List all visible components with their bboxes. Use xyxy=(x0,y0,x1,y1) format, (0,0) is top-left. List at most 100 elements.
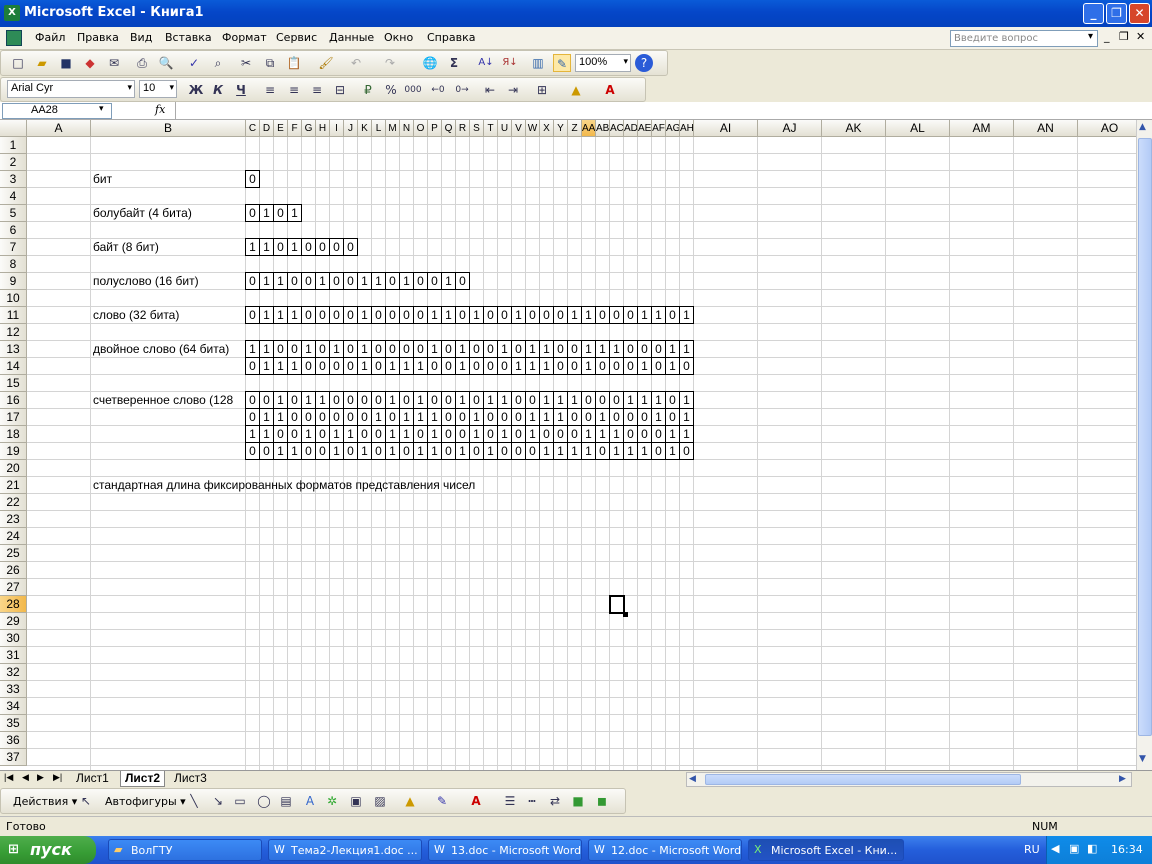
save-icon[interactable]: ■ xyxy=(57,54,75,72)
bit-cell[interactable]: 1 xyxy=(525,425,540,443)
bit-cell[interactable]: 0 xyxy=(441,408,456,426)
bit-cell[interactable]: 1 xyxy=(413,391,428,409)
column-header-y[interactable]: Y xyxy=(554,120,568,137)
font-size-combo[interactable]: 10 ▾ xyxy=(139,80,177,98)
bit-cell[interactable]: 1 xyxy=(343,425,358,443)
select-objects-icon[interactable]: ↖ xyxy=(77,792,95,810)
column-header-o[interactable]: O xyxy=(414,120,428,137)
row-header-12[interactable]: 12 xyxy=(0,324,27,341)
bit-cell[interactable]: 0 xyxy=(287,340,302,358)
bit-cell[interactable]: 1 xyxy=(469,425,484,443)
undo-icon[interactable]: ↶ xyxy=(347,54,365,72)
chevron-down-icon[interactable]: ▾ xyxy=(99,104,104,114)
bit-cell[interactable]: 0 xyxy=(427,357,442,375)
currency-icon[interactable]: ₽ xyxy=(359,81,377,99)
bit-cell[interactable]: 1 xyxy=(581,306,596,324)
cell-label[interactable]: полуслово (16 бит) xyxy=(93,273,199,290)
scroll-up-icon[interactable]: ▲ xyxy=(1139,122,1146,132)
bit-cell[interactable]: 1 xyxy=(651,408,666,426)
bit-cell[interactable]: 1 xyxy=(301,340,316,358)
bit-cell[interactable]: 0 xyxy=(343,272,358,290)
bit-cell[interactable]: 0 xyxy=(329,306,344,324)
bit-cell[interactable]: 1 xyxy=(371,272,386,290)
bit-cell[interactable]: 0 xyxy=(399,340,414,358)
bit-cell[interactable]: 0 xyxy=(385,340,400,358)
spelling-icon[interactable]: ✓ xyxy=(185,54,203,72)
task-word-2[interactable]: W 13.doc - Microsoft Word xyxy=(428,839,582,861)
bit-cell[interactable]: 0 xyxy=(399,306,414,324)
bit-cell[interactable]: 0 xyxy=(455,425,470,443)
volume-icon[interactable]: ◧ xyxy=(1087,842,1097,855)
cut-icon[interactable]: ✂ xyxy=(237,54,255,72)
column-header-h[interactable]: H xyxy=(316,120,330,137)
bit-cell[interactable]: 1 xyxy=(259,340,274,358)
column-header-t[interactable]: T xyxy=(484,120,498,137)
bit-cell[interactable]: 1 xyxy=(357,272,372,290)
bit-cell[interactable]: 1 xyxy=(427,408,442,426)
vertical-scrollbar[interactable]: ▲ ▼ xyxy=(1136,120,1152,770)
bit-cell[interactable]: 1 xyxy=(469,306,484,324)
bit-cell[interactable]: 1 xyxy=(371,408,386,426)
bit-cell[interactable]: 1 xyxy=(329,340,344,358)
bit-cell[interactable]: 0 xyxy=(315,238,330,256)
autosum-icon[interactable]: Σ xyxy=(445,54,463,72)
bit-cell[interactable]: 1 xyxy=(245,340,260,358)
bit-cell[interactable]: 0 xyxy=(483,340,498,358)
bit-cell[interactable]: 0 xyxy=(455,408,470,426)
bit-cell[interactable]: 0 xyxy=(511,340,526,358)
bit-cell[interactable]: 0 xyxy=(511,408,526,426)
autoshapes-menu[interactable]: Автофигуры ▾ xyxy=(105,795,186,808)
bit-cell[interactable]: 1 xyxy=(259,425,274,443)
bit-cell[interactable]: 0 xyxy=(245,442,260,460)
borders-icon[interactable]: ⊞ xyxy=(533,81,551,99)
sheet-tab-1[interactable]: Лист1 xyxy=(72,771,113,787)
bit-cell[interactable]: 0 xyxy=(385,306,400,324)
bit-cell[interactable]: 0 xyxy=(623,425,638,443)
copy-icon[interactable]: ⧉ xyxy=(261,54,279,72)
column-header-ad[interactable]: AD xyxy=(624,120,638,137)
bit-cell[interactable]: 0 xyxy=(651,442,666,460)
menu-window[interactable]: Окно xyxy=(384,31,413,44)
bit-cell[interactable]: 1 xyxy=(455,442,470,460)
row-header-16[interactable]: 16 xyxy=(0,392,27,409)
column-header-aj[interactable]: AJ xyxy=(758,120,822,137)
menu-view[interactable]: Вид xyxy=(130,31,152,44)
cell-label[interactable]: болубайт (4 бита) xyxy=(93,205,192,222)
prev-sheet-icon[interactable]: ◀ xyxy=(22,772,29,783)
column-header-j[interactable]: J xyxy=(344,120,358,137)
bit-cell[interactable]: 0 xyxy=(483,408,498,426)
row-header-8[interactable]: 8 xyxy=(0,256,27,273)
sheet-tab-3[interactable]: Лист3 xyxy=(170,771,211,787)
rectangle-icon[interactable]: ▭ xyxy=(231,792,249,810)
column-header-a[interactable]: A xyxy=(27,120,91,137)
row-header-25[interactable]: 25 xyxy=(0,545,27,562)
bit-cell[interactable]: 0 xyxy=(441,442,456,460)
bit-cell[interactable]: 1 xyxy=(553,391,568,409)
bit-cell[interactable]: 1 xyxy=(567,391,582,409)
bit-cell[interactable]: 1 xyxy=(679,408,694,426)
column-header-ai[interactable]: AI xyxy=(694,120,758,137)
bit-cell[interactable]: 1 xyxy=(287,204,302,222)
bit-cell[interactable]: 1 xyxy=(665,442,680,460)
tray-arrow-icon[interactable]: ◀ xyxy=(1051,842,1059,855)
bit-cell[interactable]: 0 xyxy=(427,272,442,290)
bit-cell[interactable]: 1 xyxy=(637,391,652,409)
open-icon[interactable]: ▰ xyxy=(33,54,51,72)
name-box[interactable]: AA28 xyxy=(2,103,112,119)
bit-cell[interactable]: 0 xyxy=(315,306,330,324)
bit-cell[interactable]: 0 xyxy=(357,425,372,443)
bit-cell[interactable]: 1 xyxy=(385,357,400,375)
row-header-3[interactable]: 3 xyxy=(0,171,27,188)
row-header-18[interactable]: 18 xyxy=(0,426,27,443)
bit-cell[interactable]: 1 xyxy=(441,306,456,324)
bit-cell[interactable]: 0 xyxy=(441,425,456,443)
draw-actions-menu[interactable]: Действия ▾ xyxy=(13,795,77,808)
bit-cell[interactable]: 1 xyxy=(539,357,554,375)
bit-cell[interactable]: 0 xyxy=(245,272,260,290)
bit-cell[interactable]: 0 xyxy=(385,272,400,290)
bit-cell[interactable]: 0 xyxy=(497,408,512,426)
bit-cell[interactable]: 1 xyxy=(301,425,316,443)
bit-cell[interactable]: 0 xyxy=(343,442,358,460)
bit-cell[interactable]: 0 xyxy=(595,306,610,324)
bit-cell[interactable]: 0 xyxy=(357,408,372,426)
